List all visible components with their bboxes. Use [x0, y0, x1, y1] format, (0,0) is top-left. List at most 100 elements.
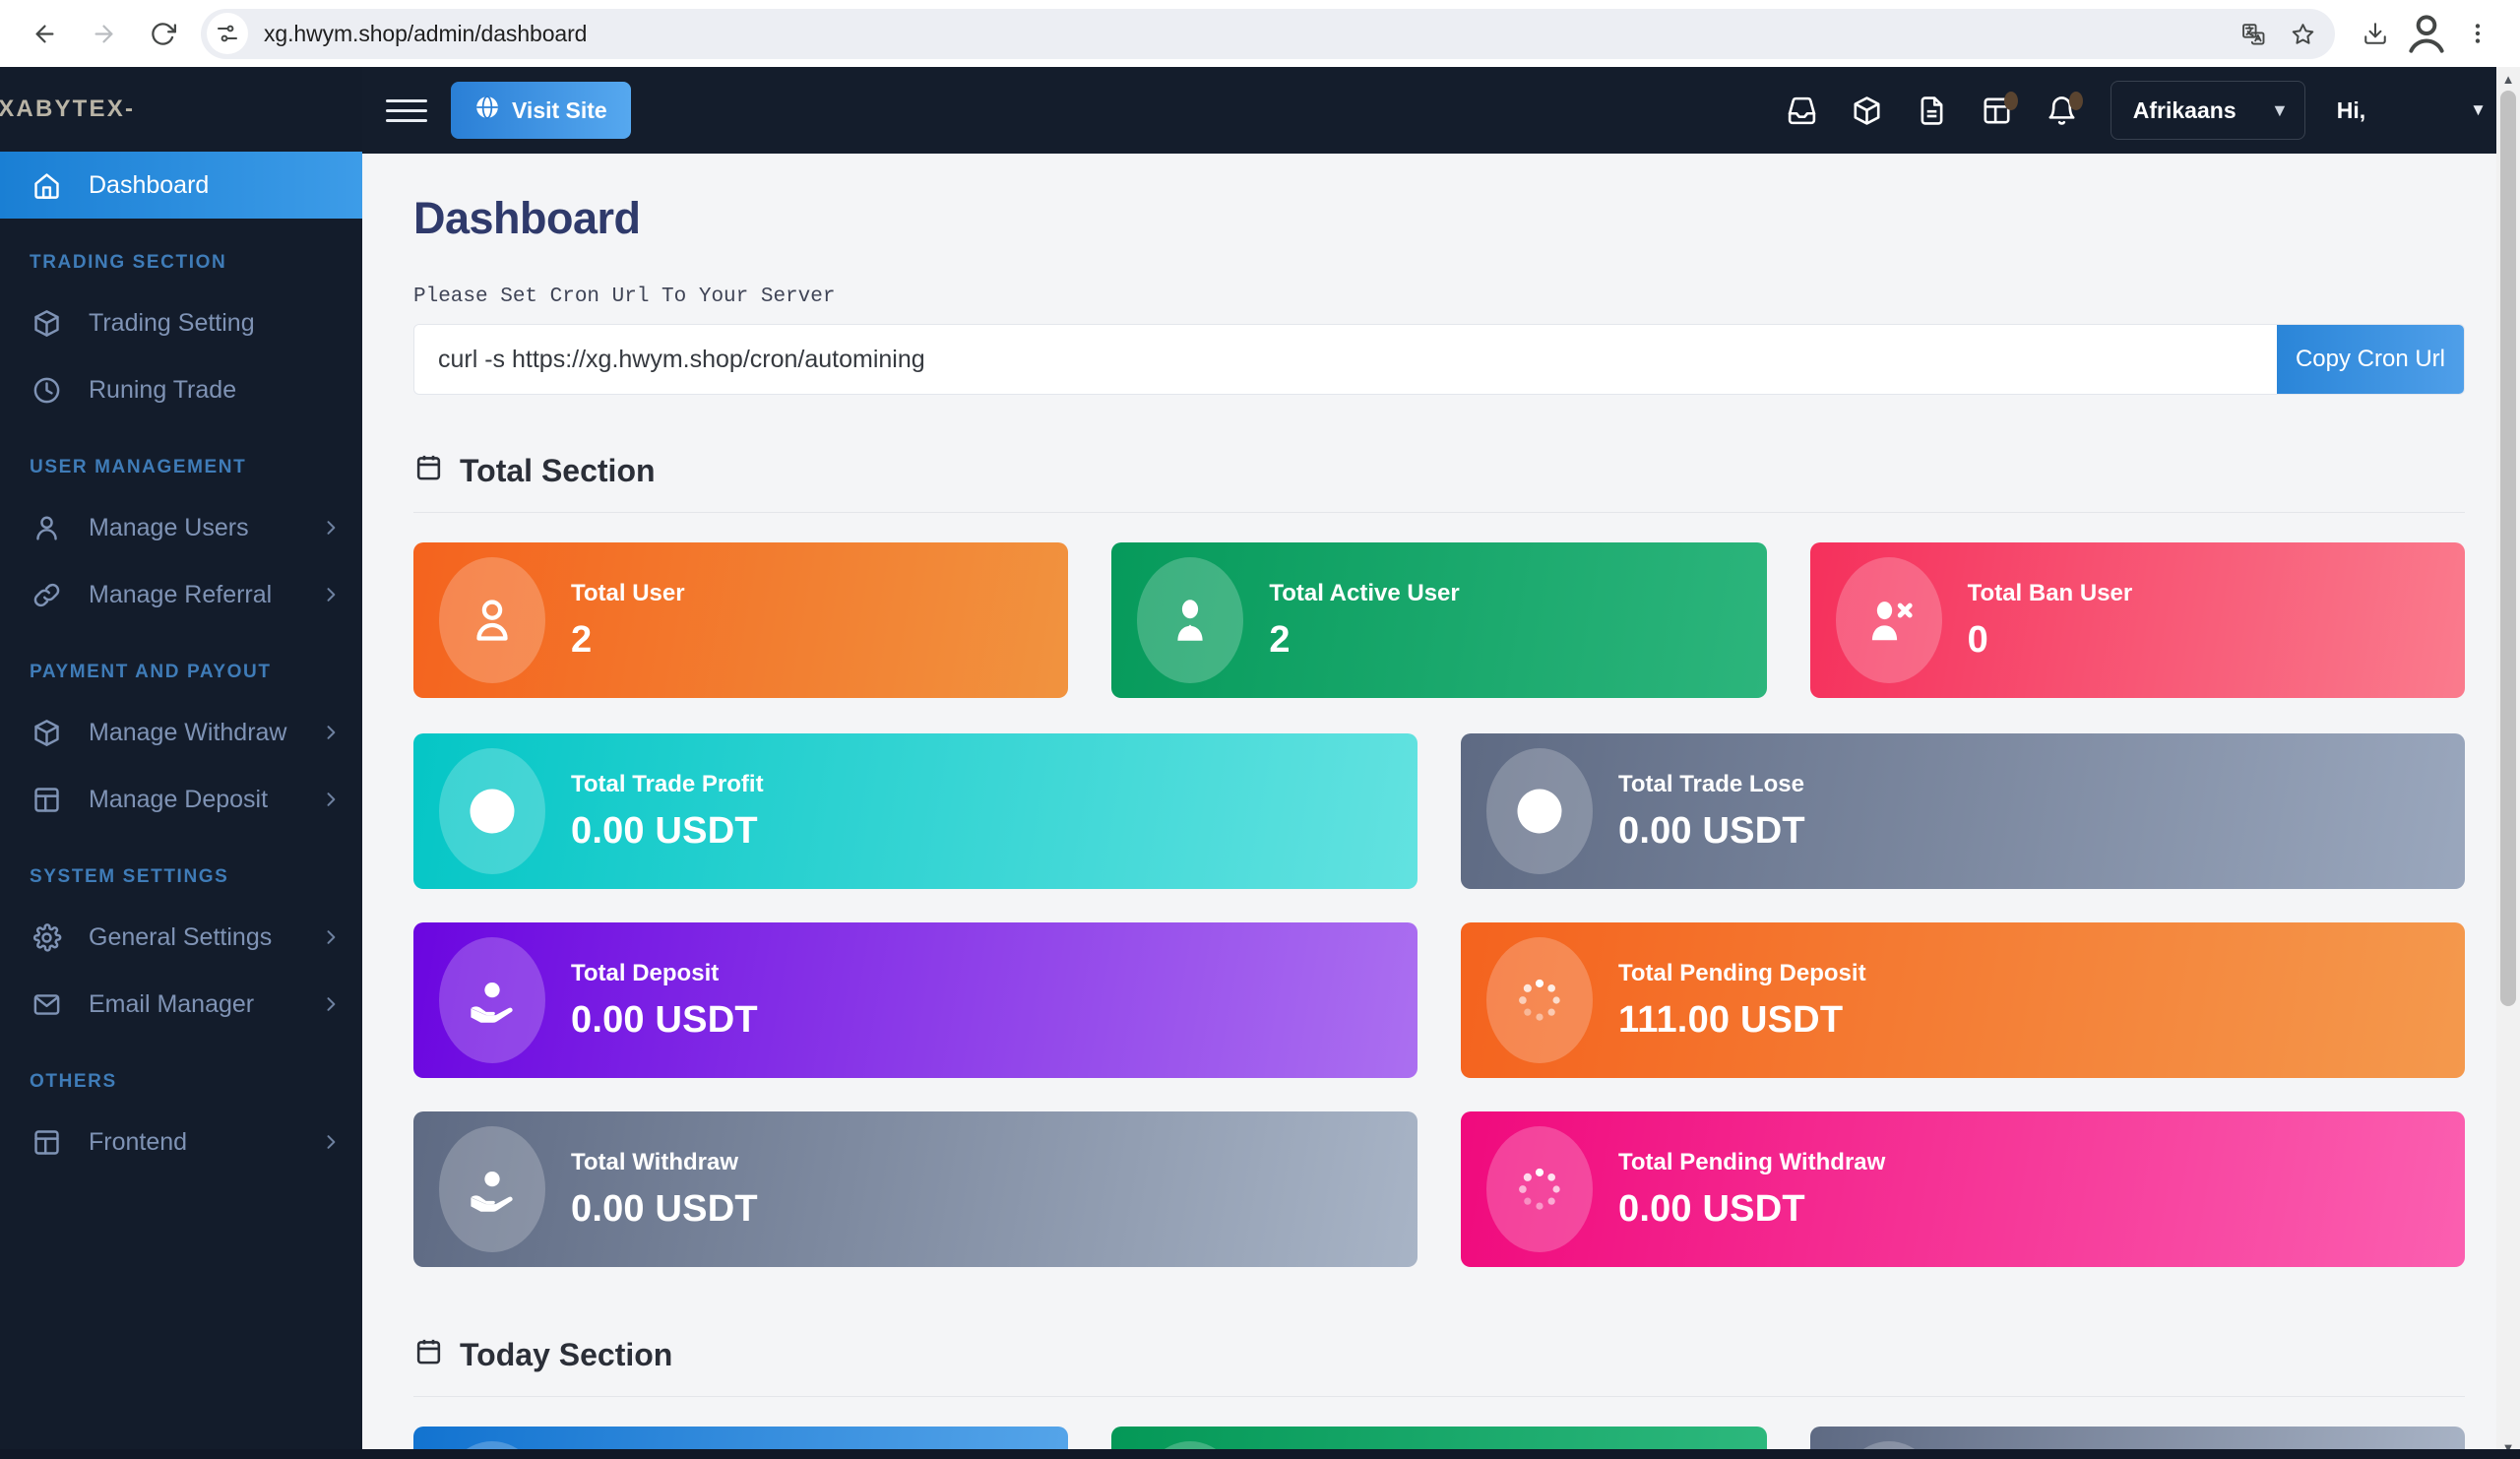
layout-icon [26, 1127, 67, 1158]
sidebar-item-label: Dashboard [89, 170, 210, 199]
spinner-icon [1486, 1126, 1593, 1252]
today-section-title: Today Section [460, 1337, 673, 1372]
bitcoin-icon: B [1486, 748, 1593, 874]
bell-icon[interactable] [2030, 78, 2095, 143]
sidebar-item-label: Manage Deposit [89, 785, 269, 813]
hamburger-icon[interactable] [386, 98, 427, 122]
stat-card-title: Total Trade Lose [1618, 770, 1804, 797]
chevron-right-icon [321, 927, 341, 947]
document-icon[interactable] [1900, 78, 1965, 143]
stat-card: Total Withdraw 0.00 USDT [413, 1111, 1418, 1267]
chevron-right-icon [321, 723, 341, 742]
globe-icon [474, 95, 500, 126]
total-section-title: Total Section [460, 453, 656, 488]
sidebar-item-email-manager[interactable]: Email Manager [0, 971, 362, 1038]
brand-logo[interactable]: EXABYTEX- [0, 67, 362, 152]
stat-card-value: 0 [1967, 618, 1988, 661]
greeting-text: Hi, [2336, 96, 2366, 123]
stat-card-title: Total User [571, 579, 685, 606]
chevron-right-icon [321, 1132, 341, 1152]
stat-card-value: 2 [571, 618, 593, 661]
copy-cron-url-button[interactable]: Copy Cron Url [2277, 325, 2464, 394]
back-arrow-icon[interactable] [18, 7, 71, 60]
sidebar-item-label: Frontend [89, 1127, 188, 1156]
address-bar[interactable]: xg.hwym.shop/admin/dashboard [201, 8, 2335, 59]
stat-card-value: 0.00 USDT [1618, 1187, 1805, 1230]
cron-url-input[interactable] [414, 325, 2277, 394]
sidebar-group-heading: SYSTEM SETTINGS [30, 866, 229, 887]
download-icon[interactable] [2351, 9, 2400, 58]
sidebar-item-label: Manage Withdraw [89, 718, 287, 746]
sidebar-item-label: Email Manager [89, 989, 255, 1018]
sidebar-item-runing-trade[interactable]: Runing Trade [0, 356, 362, 423]
translate-icon[interactable] [2231, 11, 2276, 56]
sidebar-item-manage-users[interactable]: Manage Users [0, 494, 362, 561]
scroll-up-icon[interactable]: ▲ [2496, 67, 2520, 91]
table-icon[interactable] [1965, 78, 2030, 143]
stat-card-title: Total Pending Deposit [1618, 959, 1866, 986]
language-selector[interactable]: Afrikaans ▼ [2110, 81, 2305, 140]
sidebar-item-dashboard[interactable]: Dashboard [0, 152, 362, 219]
visit-site-label: Visit Site [512, 96, 607, 123]
table-badge [2003, 92, 2018, 110]
sidebar-item-trading-setting[interactable]: Trading Setting [0, 289, 362, 356]
sidebar-item-manage-withdraw[interactable]: Manage Withdraw [0, 699, 362, 766]
topbar-right: Afrikaans ▼ Hi, ▼ [1770, 78, 2487, 143]
section-divider [413, 1396, 2465, 1397]
spinner-icon [1486, 937, 1593, 1063]
page-scrollbar[interactable]: ▲ ▼ [2496, 67, 2520, 1459]
browser-toolbar: xg.hwym.shop/admin/dashboard [0, 0, 2520, 67]
admin-app: EXABYTEX- Dashboard TRADING SECTION Tradin… [0, 67, 2520, 1459]
package-icon[interactable] [1835, 78, 1900, 143]
calendar-icon [413, 1336, 444, 1374]
scrollbar-thumb[interactable] [2500, 91, 2516, 1006]
inbox-icon[interactable] [1770, 78, 1835, 143]
forward-arrow-icon[interactable] [77, 7, 130, 60]
stat-card: Total User 2 [413, 542, 1069, 698]
total-cards-row-3: Total Deposit 0.00 USDT Total Pending Depo… [413, 922, 2465, 1078]
sidebar-item-label: Trading Setting [89, 308, 255, 337]
total-cards-row-2: B Total Trade Profit 0.00 USDT B Total Trade… [413, 733, 2465, 889]
stat-card-title: Total Deposit [571, 959, 720, 986]
bell-badge [2068, 92, 2083, 110]
star-icon[interactable] [2280, 11, 2325, 56]
chevron-right-icon [321, 585, 341, 604]
stat-card: B Total Trade Profit 0.00 USDT [413, 733, 1418, 889]
svg-text:B: B [481, 794, 502, 829]
stat-card: Total Active User 2 [1111, 542, 1767, 698]
chevron-right-icon [321, 994, 341, 1014]
profile-icon[interactable] [2402, 9, 2451, 58]
hand-coin-icon [439, 937, 545, 1063]
stat-card: Total Ban User 0 [1809, 542, 2465, 698]
sidebar-item-label: Manage Referral [89, 580, 273, 608]
kebab-menu-icon[interactable] [2453, 9, 2502, 58]
stat-card: Total Pending Deposit 111.00 USDT [1461, 922, 2465, 1078]
user-menu[interactable]: Hi, ▼ [2337, 97, 2487, 124]
sidebar-group-heading: OTHERS [30, 1071, 117, 1092]
sidebar-item-manage-referral[interactable]: Manage Referral [0, 561, 362, 628]
gear-icon [26, 922, 67, 953]
sidebar-item-manage-deposit[interactable]: Manage Deposit [0, 766, 362, 833]
reload-icon[interactable] [136, 7, 189, 60]
today-section-heading: Today Section [413, 1300, 2465, 1396]
brand-text: EXABYTEX- [0, 95, 136, 122]
bitcoin-icon: B [439, 748, 545, 874]
stat-card-value: 0.00 USDT [571, 1187, 758, 1230]
sidebar-item-label: Runing Trade [89, 375, 237, 404]
page-title: Dashboard [413, 193, 641, 243]
sidebar-group-heading: USER MANAGEMENT [30, 457, 247, 477]
stat-card: B Total Trade Lose 0.00 USDT [1461, 733, 2465, 889]
visit-site-button[interactable]: Visit Site [451, 82, 631, 139]
chevron-down-icon: ▼ [2470, 100, 2487, 119]
sidebar-item-label: General Settings [89, 922, 273, 951]
stat-card-value: 0.00 USDT [571, 809, 758, 852]
hand-coin-icon [439, 1126, 545, 1252]
sidebar-item-general-settings[interactable]: General Settings [0, 904, 362, 971]
stat-card-value: 0.00 USDT [1618, 809, 1805, 852]
user-tie-icon [1137, 557, 1244, 683]
calendar-icon [413, 452, 444, 490]
sidebar-item-frontend[interactable]: Frontend [0, 1109, 362, 1175]
envelope-icon [26, 989, 67, 1020]
dashboard-content: Dashboard Please Set Cron Url To Your Se… [362, 154, 2520, 1459]
tune-icon[interactable] [207, 13, 248, 54]
